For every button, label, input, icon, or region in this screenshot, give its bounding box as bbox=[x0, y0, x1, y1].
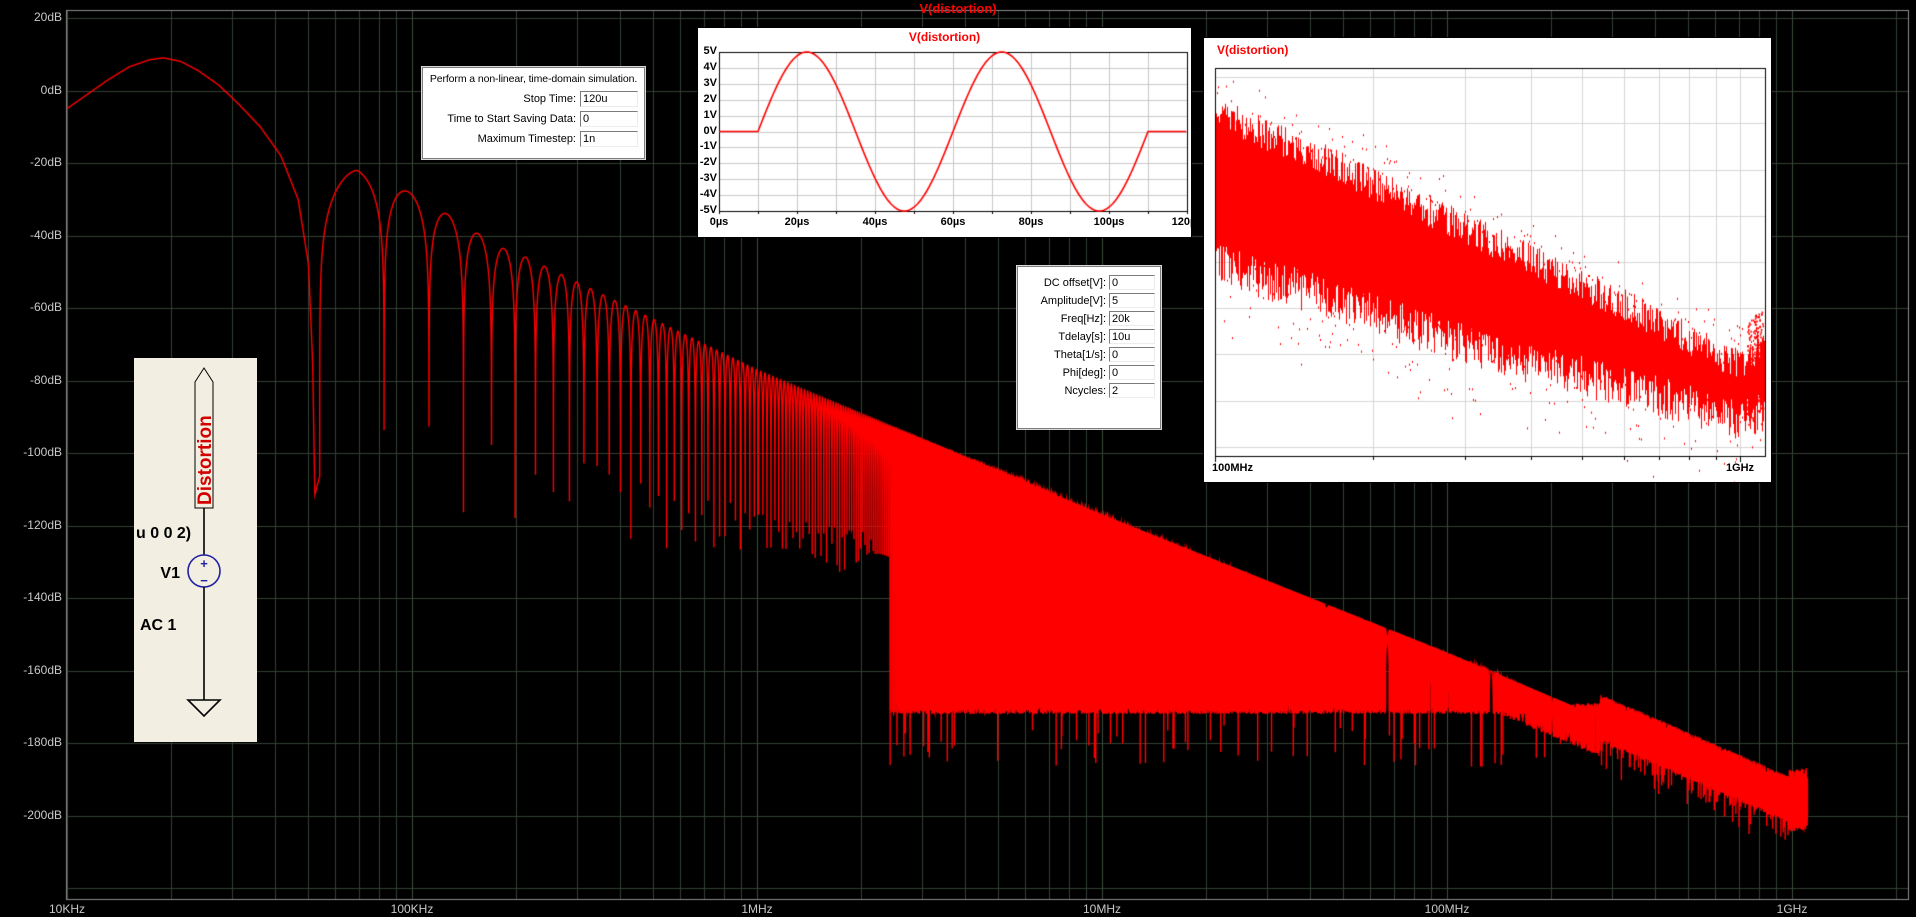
start-saving-label: Time to Start Saving Data: bbox=[447, 113, 576, 125]
ltspice-window: V(distortion) 20dB 0dB -20dB -40dB -60dB -80d… bbox=[0, 0, 1916, 917]
tdelay-label: Tdelay[s]: bbox=[1058, 330, 1106, 343]
time-y-axis-label: 2V bbox=[703, 92, 717, 105]
net-label-text[interactable]: Distortion bbox=[195, 415, 216, 505]
y-axis-label: 20dB bbox=[33, 10, 62, 24]
transient-row-start-saving: Time to Start Saving Data: bbox=[423, 111, 638, 127]
time-domain-inset: V(distortion) 5V 4V 3V 2V 1V 0V -1V -2V -3V -4V -5… bbox=[697, 27, 1202, 238]
plus-sign: + bbox=[200, 556, 208, 571]
transient-dialog-title: Perform a non-linear, time-domain simula… bbox=[429, 73, 638, 85]
y-axis-label: -20dB bbox=[29, 155, 62, 169]
sine-row-freq: Freq[Hz]: bbox=[1018, 311, 1155, 326]
time-y-axis-label: 3V bbox=[703, 76, 717, 89]
transient-dialog: Perform a non-linear, time-domain simula… bbox=[422, 67, 645, 159]
y-axis-label: -100dB bbox=[23, 445, 62, 459]
amplitude-label: Amplitude[V]: bbox=[1040, 294, 1106, 307]
sine-row-amplitude: Amplitude[V]: bbox=[1018, 293, 1155, 308]
time-x-axis-label: 80µs bbox=[1018, 216, 1044, 228]
time-y-axis-label: -1V bbox=[699, 140, 717, 153]
schematic-svg: Distortion u 0 0 2) + − V1 AC 1 bbox=[136, 367, 222, 718]
freq-label: Freq[Hz]: bbox=[1060, 312, 1106, 325]
sine-row-ncycles: Ncycles: bbox=[1018, 383, 1155, 398]
y-axis-label: -180dB bbox=[23, 735, 62, 749]
spice-directive-partial-text: u 0 0 2) bbox=[136, 525, 191, 542]
time-x-axis-label: 60µs bbox=[940, 216, 966, 228]
fft-x-axis-label: 1GHz bbox=[1725, 462, 1755, 474]
y-axis-label: -200dB bbox=[23, 807, 62, 822]
time-y-axis-label: -4V bbox=[699, 188, 717, 201]
time-x-axis-label: 40µs bbox=[862, 216, 888, 228]
ncycles-label: Ncycles: bbox=[1064, 384, 1106, 397]
tdelay-input[interactable] bbox=[1109, 329, 1155, 344]
fft-x-axis-label: 100MHz bbox=[1212, 462, 1253, 474]
theta-label: Theta[1/s]: bbox=[1054, 348, 1106, 361]
y-axis-label: -60dB bbox=[29, 300, 62, 314]
fft-zoom-inset: V(distortion) 100MHz 1GHz bbox=[1203, 37, 1772, 483]
x-axis-label: 100KHz bbox=[390, 902, 434, 916]
dc-offset-label: DC offset[V]: bbox=[1043, 276, 1106, 289]
sine-row-phi: Phi[deg]: bbox=[1018, 365, 1155, 380]
ncycles-input[interactable] bbox=[1109, 383, 1155, 398]
time-x-axis-label: 100µs bbox=[1093, 216, 1125, 228]
freq-input[interactable] bbox=[1109, 311, 1155, 326]
time-x-axis-label: 0µs bbox=[709, 216, 729, 228]
max-timestep-label: Maximum Timestep: bbox=[477, 133, 576, 145]
time-inset-title: V(distortion) bbox=[908, 30, 981, 44]
time-y-axis-label: 1V bbox=[703, 108, 717, 121]
y-axis-label: -80dB bbox=[29, 372, 62, 387]
sine-row-theta: Theta[1/s]: bbox=[1018, 347, 1155, 362]
stop-time-label: Stop Time: bbox=[523, 93, 576, 105]
sine-row-dc-offset: DC offset[V]: bbox=[1018, 275, 1155, 290]
sine-source-dialog: DC offset[V]: Amplitude[V]: Freq[Hz]: Td… bbox=[1017, 266, 1161, 429]
fft-inset-title: V(distortion) bbox=[1217, 43, 1289, 57]
transient-row-stop-time: Stop Time: bbox=[423, 91, 638, 107]
main-plot-title: V(distortion) bbox=[919, 1, 997, 16]
dc-offset-input[interactable] bbox=[1109, 275, 1155, 290]
fft-zoom-plot[interactable] bbox=[1204, 38, 1771, 482]
time-y-axis-label: -5V bbox=[699, 204, 717, 216]
phi-input[interactable] bbox=[1109, 365, 1155, 380]
x-axis-label: 1GHz bbox=[1776, 902, 1808, 916]
x-axis-label: 10KHz bbox=[48, 902, 86, 916]
y-axis-label: 0dB bbox=[40, 82, 62, 97]
minus-sign: − bbox=[200, 573, 208, 588]
y-axis-label: -140dB bbox=[23, 590, 62, 604]
ground-symbol[interactable] bbox=[186, 699, 222, 718]
schematic-snippet: Distortion u 0 0 2) + − V1 AC 1 bbox=[134, 358, 257, 742]
y-axis-label: -120dB bbox=[23, 517, 62, 532]
x-axis-label: 10MHz bbox=[1082, 902, 1121, 916]
y-axis-label: -160dB bbox=[23, 662, 62, 677]
transient-row-max-timestep: Maximum Timestep: bbox=[423, 131, 638, 147]
ac-spec-text[interactable]: AC 1 bbox=[140, 617, 177, 634]
y-axis-label: -40dB bbox=[29, 227, 62, 242]
designator-text[interactable]: V1 bbox=[160, 565, 180, 582]
time-y-axis-label: 0V bbox=[703, 124, 717, 137]
stop-time-input[interactable] bbox=[580, 91, 638, 107]
time-domain-plot[interactable] bbox=[698, 28, 1191, 237]
phi-label: Phi[deg]: bbox=[1062, 366, 1106, 379]
time-y-axis-label: -3V bbox=[699, 172, 717, 185]
start-saving-input[interactable] bbox=[580, 111, 638, 127]
x-axis-label: 100MHz bbox=[1424, 902, 1470, 916]
time-y-axis-label: 4V bbox=[703, 60, 717, 73]
time-x-axis-label: 20µs bbox=[784, 216, 810, 228]
x-axis-label: 1MHz bbox=[741, 902, 773, 916]
amplitude-input[interactable] bbox=[1109, 293, 1155, 308]
theta-input[interactable] bbox=[1109, 347, 1155, 362]
time-y-axis-label: -2V bbox=[699, 156, 717, 169]
sine-row-tdelay: Tdelay[s]: bbox=[1018, 329, 1155, 344]
time-y-axis-label: 5V bbox=[703, 45, 717, 57]
max-timestep-input[interactable] bbox=[580, 131, 638, 147]
